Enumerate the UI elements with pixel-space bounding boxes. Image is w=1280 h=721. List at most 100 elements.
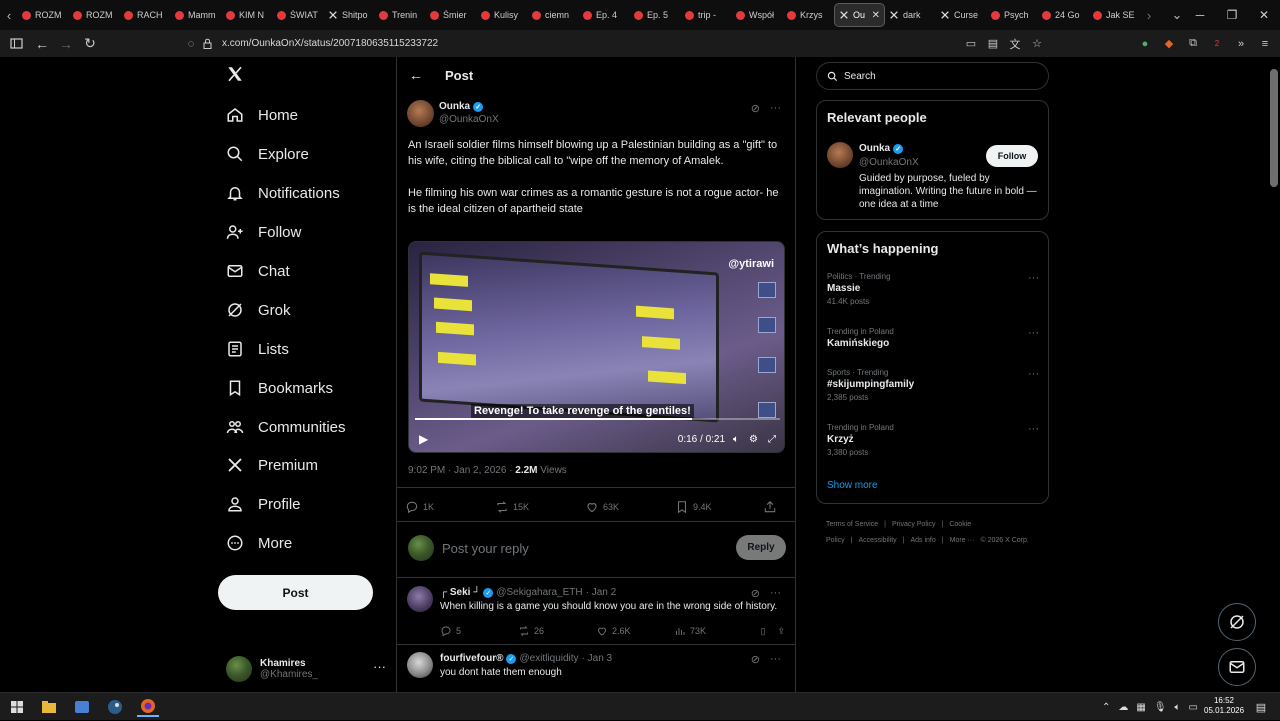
share-action[interactable]: [763, 500, 777, 514]
footer-link[interactable]: Accessibility: [859, 537, 897, 544]
browser-tab[interactable]: Shitpo: [324, 3, 375, 27]
nav-item-follow[interactable]: Follow: [226, 217, 301, 247]
minimize-icon[interactable]: ─: [1184, 0, 1216, 30]
reader-mode-icon[interactable]: ▤: [986, 37, 1000, 51]
bookmark-icon[interactable]: ▯: [761, 626, 766, 637]
grok-fab[interactable]: [1218, 603, 1256, 641]
reply-more-icon[interactable]: ···: [770, 653, 781, 666]
trend-more-icon[interactable]: ···: [1028, 272, 1039, 284]
person-handle[interactable]: @OunkaOnX: [859, 157, 919, 168]
nav-item-explore[interactable]: Explore: [226, 139, 309, 169]
file-explorer-icon[interactable]: [38, 697, 60, 717]
volume-icon[interactable]: 🔈︎: [733, 434, 739, 445]
person-avatar[interactable]: [827, 142, 853, 168]
x-logo-icon[interactable]: [226, 65, 244, 83]
browser-tab[interactable]: ciemn: [528, 3, 579, 27]
browser-menu-icon[interactable]: ≡: [1258, 37, 1272, 51]
reply-input[interactable]: Post your reply: [442, 541, 529, 556]
video-player[interactable]: @ytirawi Revenge! To take revenge of the…: [408, 241, 785, 453]
picture-in-picture-icon[interactable]: ▭: [964, 37, 978, 51]
scrollbar-thumb[interactable]: [1270, 69, 1278, 187]
close-window-icon[interactable]: ✕: [1248, 0, 1280, 30]
translate-icon[interactable]: 文: [1008, 37, 1022, 51]
browser-tab[interactable]: Curse: [936, 3, 987, 27]
steam-icon[interactable]: [104, 697, 126, 717]
tweet-more-icon[interactable]: ···: [770, 102, 781, 115]
browser-tab[interactable]: RACH: [120, 3, 171, 27]
follow-button[interactable]: Follow: [986, 145, 1038, 167]
footer-link[interactable]: More ···: [950, 537, 975, 544]
like-action[interactable]: 2.6K: [596, 625, 674, 637]
reply-author-name[interactable]: fourfivefour®: [440, 653, 503, 664]
trend-item[interactable]: Politics · Trending Massie 41.4K posts ···: [827, 272, 1039, 306]
bookmark-star-icon[interactable]: ☆: [1030, 37, 1044, 51]
page-scrollbar[interactable]: [1268, 57, 1280, 690]
browser-tab[interactable]: Trenin: [375, 3, 426, 27]
nav-item-bookmarks[interactable]: Bookmarks: [226, 373, 333, 403]
tab-scroll-left-icon[interactable]: ‹: [0, 0, 18, 30]
person-name[interactable]: Ounka: [859, 143, 890, 154]
nav-item-profile[interactable]: Profile: [226, 489, 301, 519]
forward-icon[interactable]: →: [54, 32, 78, 56]
fullscreen-icon[interactable]: ⤢: [768, 434, 776, 445]
footer-link[interactable]: Privacy Policy: [892, 521, 936, 528]
browser-tab[interactable]: Ou ✕: [834, 3, 885, 27]
like-action[interactable]: 63K: [585, 500, 675, 514]
share-icon[interactable]: ⇪: [777, 626, 785, 637]
reply-more-icon[interactable]: ···: [770, 587, 781, 600]
reply-button[interactable]: Reply: [736, 535, 786, 560]
tab-scroll-right-icon[interactable]: ›: [1140, 0, 1158, 30]
reply-author-handle[interactable]: @Sekigahara_ETH: [496, 587, 582, 598]
browser-tab[interactable]: ŚWIAT: [273, 3, 324, 27]
browser-tab[interactable]: 24 Go: [1038, 3, 1089, 27]
reply-date[interactable]: · Jan 3: [582, 653, 613, 664]
browser-tab[interactable]: Kulisy: [477, 3, 528, 27]
bookmark-action[interactable]: 9.4K: [675, 500, 763, 514]
battery-icon[interactable]: ▭: [1189, 702, 1198, 713]
start-icon[interactable]: [6, 697, 28, 717]
browser-tab[interactable]: Psych: [987, 3, 1038, 27]
reply-action[interactable]: 5: [440, 625, 518, 637]
speaker-icon[interactable]: 🔈︎: [1175, 702, 1181, 713]
nav-item-premium[interactable]: Premium: [226, 450, 318, 480]
vpn-extension-icon[interactable]: ●: [1138, 37, 1152, 51]
microphone-icon[interactable]: 🎙︎: [1154, 702, 1167, 713]
account-more-icon[interactable]: ···: [373, 659, 386, 674]
app-icon[interactable]: [71, 697, 93, 717]
fox-extension-icon[interactable]: ◆: [1162, 37, 1176, 51]
messages-fab[interactable]: [1218, 648, 1256, 686]
browser-tab[interactable]: ROZM: [69, 3, 120, 27]
reply-date[interactable]: · Jan 2: [586, 587, 617, 598]
trend-item[interactable]: Trending in Poland Kamińskiego ···: [827, 327, 1039, 349]
grok-icon[interactable]: ⊘: [751, 102, 760, 115]
browser-tab[interactable]: Krzys: [783, 3, 834, 27]
tweet-timestamp[interactable]: 9:02 PM · Jan 2, 2026 ·: [408, 465, 515, 476]
tab-close-icon[interactable]: ✕: [872, 10, 880, 21]
extension-badge-icon[interactable]: 2: [1210, 37, 1224, 51]
nav-item-more[interactable]: More: [226, 528, 292, 558]
author-handle[interactable]: @OunkaOnX: [439, 114, 499, 125]
reply-avatar[interactable]: [407, 652, 433, 678]
grok-icon[interactable]: ⊘: [751, 587, 760, 600]
reply-author-name[interactable]: ┌ Seki ┘: [440, 587, 480, 598]
nav-item-home[interactable]: Home: [226, 100, 298, 130]
trend-more-icon[interactable]: ···: [1028, 423, 1039, 435]
repost-action[interactable]: 15K: [495, 500, 585, 514]
nav-item-grok[interactable]: Grok: [226, 295, 291, 325]
reload-icon[interactable]: ↻: [78, 32, 102, 56]
reply-avatar[interactable]: [407, 586, 433, 612]
sidebar-toggle-icon[interactable]: [4, 32, 28, 56]
trend-more-icon[interactable]: ···: [1028, 327, 1039, 339]
back-icon[interactable]: ←: [30, 32, 54, 56]
back-arrow-icon[interactable]: ←: [409, 67, 423, 83]
browser-tab[interactable]: dark: [885, 3, 936, 27]
notifications-icon[interactable]: ▤: [1250, 697, 1272, 717]
cloud-icon[interactable]: ☁: [1118, 702, 1128, 713]
browser-tab[interactable]: ROZM: [18, 3, 69, 27]
browser-tab[interactable]: KIM N: [222, 3, 273, 27]
network-icon[interactable]: ▦: [1136, 702, 1145, 713]
settings-icon[interactable]: ⚙: [749, 434, 758, 445]
browser-tab[interactable]: Mamm: [171, 3, 222, 27]
browser-tab[interactable]: Ep. 4: [579, 3, 630, 27]
overflow-chevrons-icon[interactable]: »: [1234, 37, 1248, 51]
